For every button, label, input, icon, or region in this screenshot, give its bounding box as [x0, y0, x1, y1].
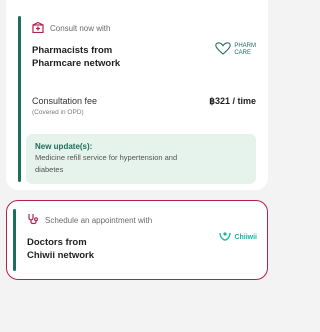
heart-icon — [215, 42, 232, 58]
stethoscope-icon — [27, 213, 39, 227]
pharmacist-consult-card[interactable]: Consult now with Pharmacists from Pharmc… — [6, 0, 268, 190]
update-text-line1: Medicine refill service for hypertension… — [35, 153, 178, 162]
pharmacist-title-line2: Pharmcare network — [32, 58, 121, 69]
chiiwii-logo: Chiiwii — [219, 231, 257, 243]
consult-label: Consult now with — [50, 24, 111, 33]
fee-note: (Covered in OPD) — [32, 109, 84, 116]
pharmcare-logo: PHARM CARE — [215, 42, 256, 58]
brand-line2: CARE — [234, 50, 251, 56]
fee-label: Consultation fee — [32, 96, 98, 106]
chiiwii-brand-text: Chiiwii — [234, 233, 257, 241]
chiiwii-mark-icon — [219, 231, 232, 243]
update-title: New update(s): — [35, 142, 93, 151]
consult-header: Consult now with — [32, 21, 256, 35]
update-notice: New update(s): Medicine refill service f… — [26, 134, 256, 184]
card-accent-bar — [18, 16, 21, 182]
update-text-line2: diabetes — [35, 165, 64, 174]
card-accent-bar — [13, 209, 16, 271]
fee-row: Consultation fee ฿321 / time — [32, 96, 256, 107]
doctor-title-line2: Chiwii network — [27, 250, 95, 261]
brand-line1: PHARM — [234, 43, 256, 49]
schedule-header: Schedule an appointment with — [27, 213, 255, 227]
doctor-appointment-card[interactable]: Schedule an appointment with Doctors fro… — [6, 200, 268, 280]
page: Consult now with Pharmacists from Pharmc… — [0, 0, 274, 332]
fee-value: ฿321 / time — [209, 96, 256, 106]
schedule-label: Schedule an appointment with — [45, 215, 153, 225]
pharmacy-icon — [32, 21, 44, 35]
